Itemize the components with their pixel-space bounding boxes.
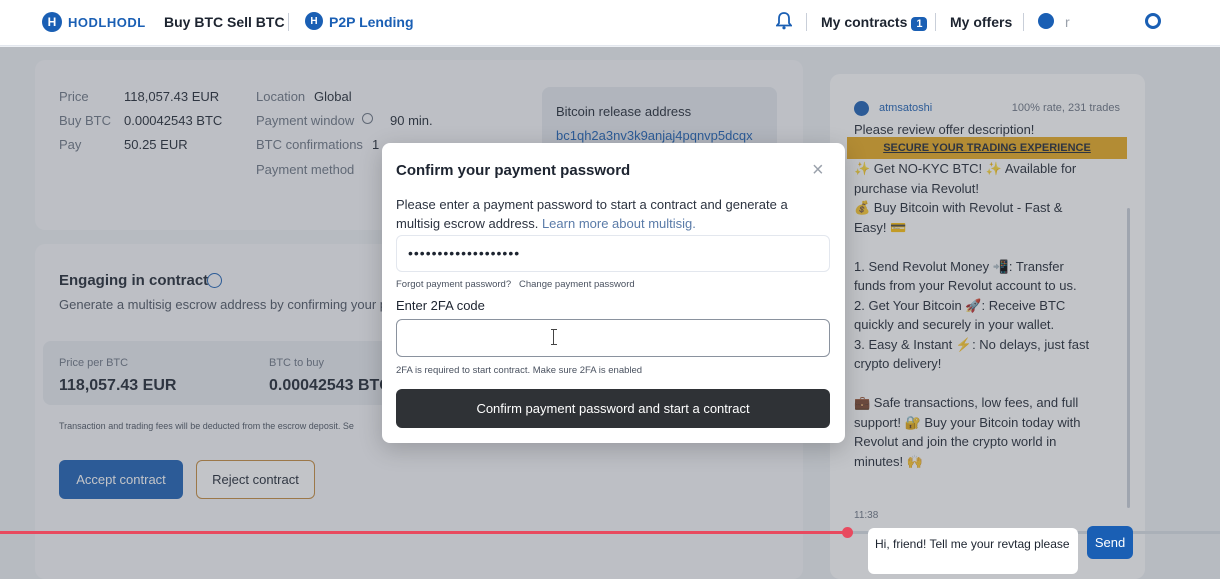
nav-buy-btc[interactable]: Buy BTC xyxy=(164,14,223,30)
video-progress-handle[interactable] xyxy=(842,527,853,538)
logo[interactable]: H HODLHODL xyxy=(42,12,146,32)
nav-my-offers[interactable]: My offers xyxy=(950,14,1012,30)
nav-sell-btc[interactable]: Sell BTC xyxy=(227,14,285,30)
my-contracts-label: My contracts xyxy=(821,14,908,30)
video-progress-played[interactable] xyxy=(0,531,848,534)
nav-p2p-lending[interactable]: P2P Lending xyxy=(329,14,414,30)
change-password-link[interactable]: Change payment password xyxy=(519,279,635,290)
top-navbar: H HODLHODL Buy BTC Sell BTC H P2P Lendin… xyxy=(0,0,1220,46)
chat-message-input[interactable]: Hi, friend! Tell me your revtag please xyxy=(868,528,1078,574)
nav-divider xyxy=(288,13,289,31)
nav-divider xyxy=(806,13,807,31)
nav-divider xyxy=(935,13,936,31)
bell-icon[interactable] xyxy=(776,12,792,30)
confirm-password-button[interactable]: Confirm payment password and start a con… xyxy=(396,389,830,428)
lending-icon: H xyxy=(305,12,323,30)
gear-icon[interactable] xyxy=(1145,13,1161,29)
logo-text: HODLHODL xyxy=(68,14,146,30)
nav-divider xyxy=(1023,13,1024,31)
twofa-input[interactable] xyxy=(396,319,830,357)
payment-password-input[interactable]: ••••••••••••••••••• xyxy=(396,235,830,272)
payment-password-modal: Confirm your payment password × Please e… xyxy=(382,143,845,443)
learn-more-link[interactable]: Learn more about multisig. xyxy=(542,216,696,231)
forgot-password-link[interactable]: Forgot payment password? xyxy=(396,279,511,290)
user-name[interactable]: r xyxy=(1065,14,1070,30)
hodlhodl-logo-icon: H xyxy=(42,12,62,32)
close-icon[interactable]: × xyxy=(812,160,824,180)
twofa-label: Enter 2FA code xyxy=(396,298,485,313)
modal-description: Please enter a payment password to start… xyxy=(396,195,816,233)
send-button[interactable]: Send xyxy=(1087,526,1133,559)
nav-my-contracts[interactable]: My contracts 1 xyxy=(821,14,928,31)
user-icon[interactable] xyxy=(1038,13,1054,29)
contracts-count-badge: 1 xyxy=(911,17,928,31)
modal-title: Confirm your payment password xyxy=(396,162,631,179)
twofa-hint: 2FA is required to start contract. Make … xyxy=(396,365,643,376)
text-cursor-icon xyxy=(551,329,559,345)
